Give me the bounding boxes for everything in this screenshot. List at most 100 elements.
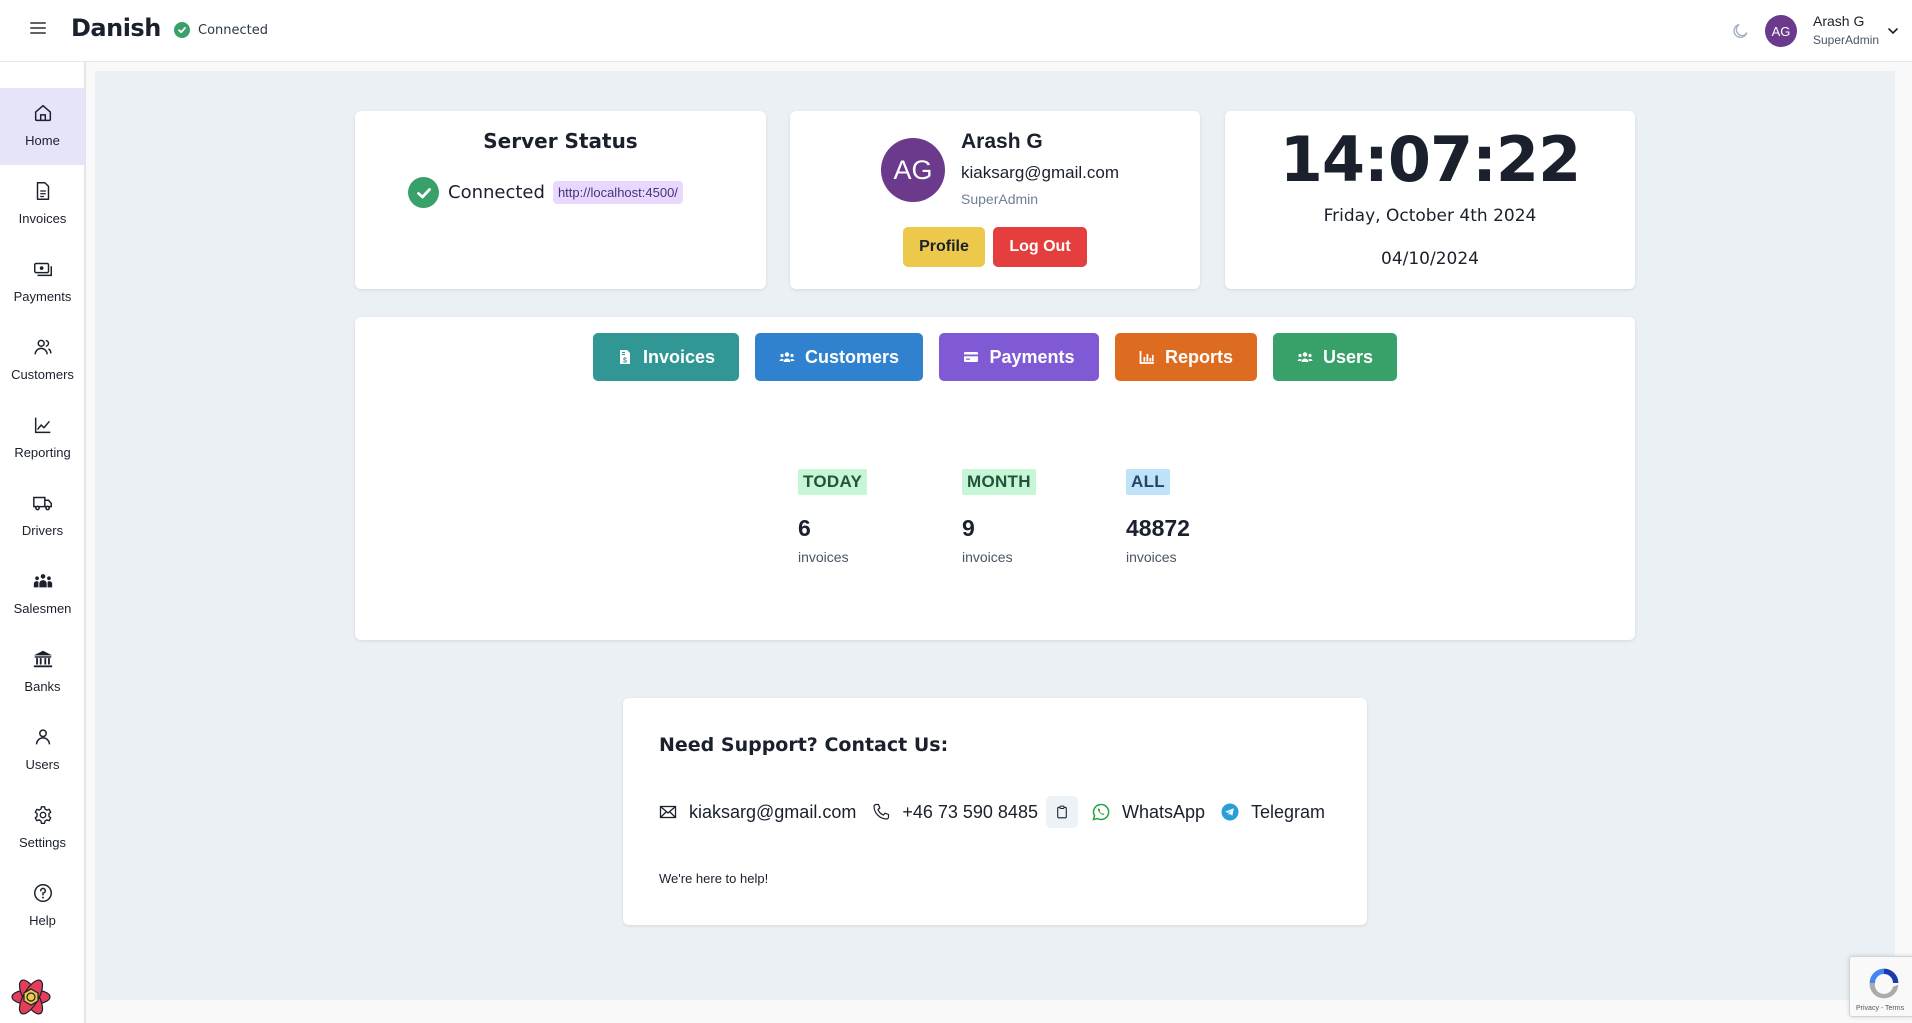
sidebar-item-label: Invoices [18,211,67,226]
connection-indicator: Connected [174,22,268,38]
stat-label: MONTH [962,469,1036,495]
stat-unit: invoices [1126,549,1177,565]
sidebar-item-help[interactable]: Help [0,868,85,945]
check-circle-icon [408,177,439,208]
help-icon [33,884,52,902]
reports-quick-button[interactable]: Reports [1115,333,1257,381]
user-avatar[interactable]: AG [1765,15,1797,47]
server-status-title: Server Status [483,129,638,153]
sidebar-item-banks[interactable]: Banks [0,634,85,711]
payments-quick-label: Payments [989,346,1075,367]
document-icon [36,182,49,200]
stat-label: TODAY [798,469,868,495]
sidebar-item-home[interactable]: Home [0,88,85,165]
check-circle-icon [174,22,190,38]
users-icon [33,339,52,355]
quick-actions: $ Invoices Customers Payments Reports Us… [593,333,1397,381]
payments-quick-button[interactable]: Payments [939,333,1099,381]
clock-card: 14:07:22 Friday, October 4th 2024 04/10/… [1225,111,1635,289]
user-icon [35,729,50,745]
users-quick-label: Users [1322,346,1374,367]
people-group-icon [33,574,52,588]
sidebar-item-invoices[interactable]: Invoices [0,166,85,243]
stats-card: $ Invoices Customers Payments Reports Us… [355,317,1635,640]
stat-unit: invoices [798,549,849,565]
chart-bar-icon [1139,351,1154,364]
sidebar-item-payments[interactable]: Payments [0,244,85,321]
stat-month: MONTH 9 invoices [962,469,1036,565]
sidebar-item-label: Help [29,913,56,928]
sidebar-item-label: Users [25,757,60,772]
recaptcha-links[interactable]: Privacy - Terms [1856,1005,1904,1012]
sidebar-item-label: Drivers [21,523,64,538]
sidebar-item-drivers[interactable]: Drivers [0,478,85,555]
connection-status-text: Connected [198,22,269,38]
user-menu[interactable]: Arash G SuperAdmin [1813,13,1879,47]
customers-quick-button[interactable]: Customers [755,333,923,381]
user-name: Arash G [1813,13,1865,29]
recaptcha-badge[interactable]: Privacy - Terms [1849,956,1912,1017]
clock-time: 14:07:22 [1279,123,1581,196]
gear-icon [34,806,51,824]
stat-value: 48872 [1126,515,1190,541]
clock-long-date: Friday, October 4th 2024 [1323,206,1537,226]
sidebar: Home Invoices Payments Customers Reporti… [0,62,86,1023]
sidebar-item-label: Salesmen [13,601,72,616]
sidebar-item-reporting[interactable]: Reporting [0,400,85,477]
support-card: Need Support? Contact Us: kiaksarg@gmail… [623,698,1367,925]
chevron-down-icon[interactable] [1886,24,1900,38]
sidebar-item-label: Banks [24,679,61,694]
sidebar-item-users[interactable]: Users [0,712,85,789]
telegram-link[interactable]: Telegram [1251,802,1325,823]
bank-icon [33,650,52,668]
sidebar-item-settings[interactable]: Settings [0,790,85,867]
credit-card-icon [964,352,979,362]
support-footer-text: We're here to help! [659,871,769,886]
whatsapp-link[interactable]: WhatsApp [1122,802,1205,823]
app-logo-icon [11,979,51,1015]
menu-toggle-icon[interactable] [30,22,46,38]
user-role: SuperAdmin [1813,33,1880,47]
svg-text:$: $ [623,358,627,365]
invoices-quick-label: Invoices [642,346,716,367]
server-status-card: Server Status Connected http://localhost… [355,111,766,289]
profile-name: Arash G [961,130,1043,153]
invoices-quick-button[interactable]: $ Invoices [593,333,739,381]
cash-icon [33,262,52,277]
app-title: Danish [71,14,161,42]
profile-card: AG Arash G kiaksarg@gmail.com SuperAdmin… [790,111,1200,289]
logout-button[interactable]: Log Out [993,227,1087,267]
copy-phone-button[interactable] [1045,796,1078,828]
support-phone-link[interactable]: +46 73 590 8485 [902,802,1038,823]
server-url-badge: http://localhost:4500/ [552,181,683,204]
users-icon [779,352,795,362]
file-invoice-dollar-icon: $ [619,350,630,365]
stat-unit: invoices [962,549,1013,565]
stat-value: 6 [798,515,811,541]
sidebar-item-label: Customers [11,367,74,382]
sidebar-item-customers[interactable]: Customers [0,322,85,399]
users-icon [1297,352,1313,362]
sidebar-item-label: Reporting [14,445,71,460]
top-bar: Danish Connected AG Arash G SuperAdmin [0,0,1912,62]
recaptcha-icon [1869,968,1899,999]
stat-value: 9 [962,515,975,541]
profile-email: kiaksarg@gmail.com [961,163,1120,182]
sidebar-item-salesmen[interactable]: Salesmen [0,556,85,633]
stat-today: TODAY 6 invoices [798,469,868,565]
server-status-text: Connected [448,182,545,203]
server-status-row: Connected http://localhost:4500/ [408,177,683,208]
support-title: Need Support? Contact Us: [659,734,949,756]
customers-quick-label: Customers [804,346,900,367]
phone-icon [873,803,890,820]
users-quick-button[interactable]: Users [1273,333,1397,381]
clock-short-date: 04/10/2024 [1381,249,1479,269]
support-email-link[interactable]: kiaksarg@gmail.com [689,802,856,823]
profile-role: SuperAdmin [961,191,1039,207]
profile-avatar: AG [881,138,945,202]
dark-mode-toggle-icon[interactable] [1731,20,1751,40]
profile-button[interactable]: Profile [903,227,985,267]
chart-line-icon [34,417,50,434]
reports-quick-label: Reports [1164,346,1233,367]
mail-icon [659,805,677,819]
